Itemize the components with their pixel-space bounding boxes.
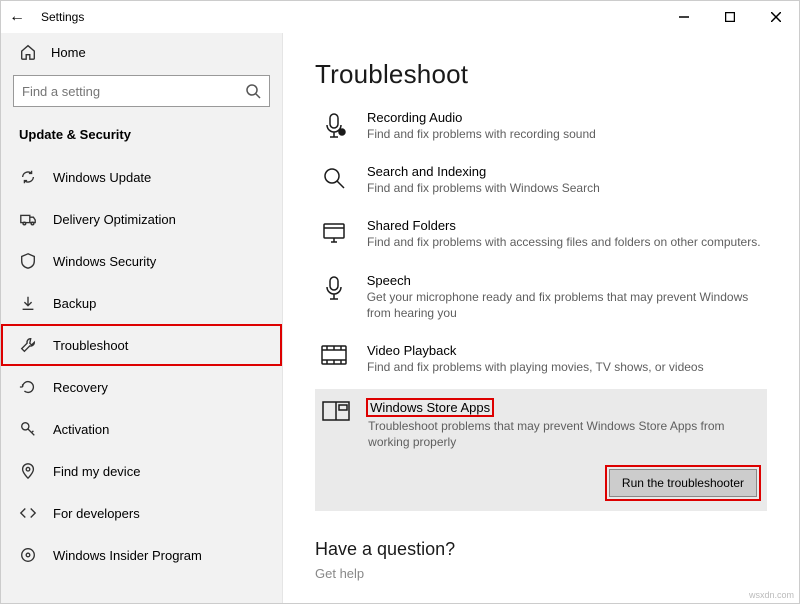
wrench-icon bbox=[19, 336, 37, 354]
troubleshooter-desc: Find and fix problems with playing movie… bbox=[367, 359, 704, 375]
delivery-icon bbox=[19, 210, 37, 228]
troubleshooter-recording-audio[interactable]: Recording Audio Find and fix problems wi… bbox=[315, 102, 767, 150]
shield-icon bbox=[19, 252, 37, 270]
run-troubleshooter-button[interactable]: Run the troubleshooter bbox=[609, 469, 757, 497]
troubleshooter-label: Search and Indexing bbox=[367, 164, 600, 179]
settings-window: ← Settings Home Update & Security Window… bbox=[0, 0, 800, 604]
content-area: Home Update & Security Windows Update De… bbox=[1, 33, 799, 603]
nav-label: Backup bbox=[53, 296, 96, 311]
video-icon bbox=[319, 343, 349, 375]
sidebar-item-delivery-optimization[interactable]: Delivery Optimization bbox=[1, 198, 282, 240]
insider-icon bbox=[19, 546, 37, 564]
troubleshooter-desc: Find and fix problems with accessing fil… bbox=[367, 234, 761, 250]
titlebar: ← Settings bbox=[1, 1, 799, 33]
shared-folder-icon bbox=[319, 218, 349, 250]
recovery-icon bbox=[19, 378, 37, 396]
magnifier-icon bbox=[319, 164, 349, 196]
nav-label: Recovery bbox=[53, 380, 108, 395]
question-heading: Have a question? bbox=[315, 539, 767, 560]
code-icon bbox=[19, 504, 37, 522]
window-title: Settings bbox=[41, 10, 84, 24]
microphone-icon bbox=[319, 273, 349, 321]
sidebar-item-windows-update[interactable]: Windows Update bbox=[1, 156, 282, 198]
troubleshooter-desc: Find and fix problems with recording sou… bbox=[367, 126, 596, 142]
troubleshooter-label: Recording Audio bbox=[367, 110, 596, 125]
maximize-button[interactable] bbox=[707, 1, 753, 33]
sync-icon bbox=[19, 168, 37, 186]
store-apps-icon bbox=[321, 399, 350, 496]
key-icon bbox=[19, 420, 37, 438]
troubleshooter-label: Speech bbox=[367, 273, 763, 288]
troubleshooter-shared-folders[interactable]: Shared Folders Find and fix problems wit… bbox=[315, 210, 767, 258]
troubleshooter-desc: Get your microphone ready and fix proble… bbox=[367, 289, 763, 321]
backup-icon bbox=[19, 294, 37, 312]
section-label: Update & Security bbox=[1, 123, 282, 156]
home-icon bbox=[19, 43, 37, 61]
home-label: Home bbox=[51, 45, 86, 60]
troubleshooter-video-playback[interactable]: Video Playback Find and fix problems wit… bbox=[315, 335, 767, 383]
sidebar-item-home[interactable]: Home bbox=[1, 33, 282, 71]
search-input-wrap[interactable] bbox=[13, 75, 270, 107]
troubleshooter-windows-store-apps[interactable]: Windows Store Apps Troubleshoot problems… bbox=[315, 389, 767, 510]
nav-label: Windows Update bbox=[53, 170, 151, 185]
close-button[interactable] bbox=[753, 1, 799, 33]
main-panel: Troubleshoot Recording Audio Find and fi… bbox=[283, 33, 799, 603]
watermark: wsxdn.com bbox=[749, 590, 794, 600]
search-icon bbox=[245, 83, 261, 99]
troubleshooter-label: Windows Store Apps bbox=[368, 400, 492, 415]
microphone-record-icon bbox=[319, 110, 349, 142]
troubleshooter-speech[interactable]: Speech Get your microphone ready and fix… bbox=[315, 265, 767, 329]
sidebar-item-troubleshoot[interactable]: Troubleshoot bbox=[1, 324, 282, 366]
nav-label: Windows Insider Program bbox=[53, 548, 202, 563]
nav-label: Delivery Optimization bbox=[53, 212, 176, 227]
troubleshooter-label: Shared Folders bbox=[367, 218, 761, 233]
nav-label: Activation bbox=[53, 422, 109, 437]
troubleshooter-label: Video Playback bbox=[367, 343, 704, 358]
sidebar-item-insider-program[interactable]: Windows Insider Program bbox=[1, 534, 282, 576]
troubleshooter-desc: Troubleshoot problems that may prevent W… bbox=[368, 418, 757, 450]
sidebar-item-find-my-device[interactable]: Find my device bbox=[1, 450, 282, 492]
troubleshooter-search-indexing[interactable]: Search and Indexing Find and fix problem… bbox=[315, 156, 767, 204]
location-icon bbox=[19, 462, 37, 480]
get-help-link[interactable]: Get help bbox=[315, 566, 767, 581]
troubleshooter-desc: Find and fix problems with Windows Searc… bbox=[367, 180, 600, 196]
nav-label: Find my device bbox=[53, 464, 140, 479]
search-input[interactable] bbox=[22, 84, 245, 99]
back-button[interactable]: ← bbox=[1, 8, 33, 26]
sidebar-item-backup[interactable]: Backup bbox=[1, 282, 282, 324]
sidebar-item-for-developers[interactable]: For developers bbox=[1, 492, 282, 534]
page-title: Troubleshoot bbox=[315, 59, 767, 90]
sidebar: Home Update & Security Windows Update De… bbox=[1, 33, 283, 603]
minimize-button[interactable] bbox=[661, 1, 707, 33]
nav-label: Windows Security bbox=[53, 254, 156, 269]
nav-label: For developers bbox=[53, 506, 140, 521]
nav-label: Troubleshoot bbox=[53, 338, 128, 353]
sidebar-item-recovery[interactable]: Recovery bbox=[1, 366, 282, 408]
sidebar-item-windows-security[interactable]: Windows Security bbox=[1, 240, 282, 282]
sidebar-item-activation[interactable]: Activation bbox=[1, 408, 282, 450]
